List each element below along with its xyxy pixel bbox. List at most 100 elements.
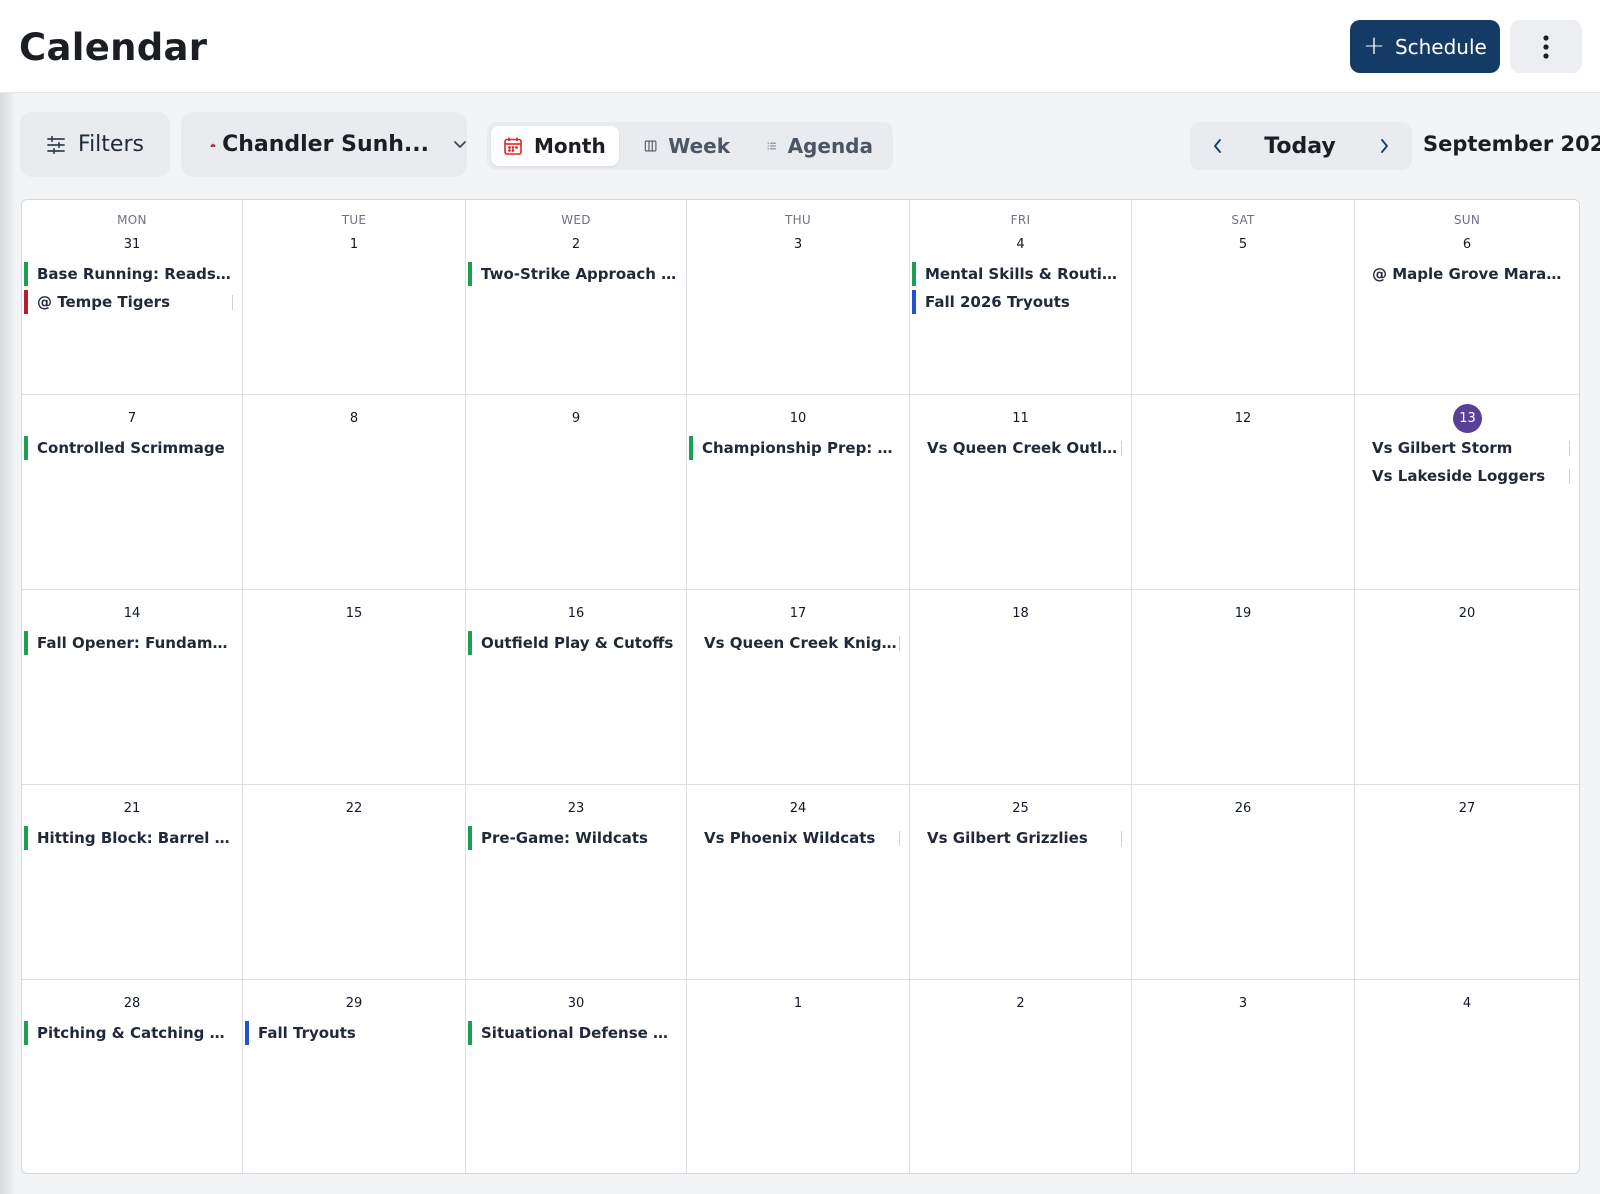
calendar-event[interactable]: Championship Prep: Ev... xyxy=(689,436,900,460)
event-title: Fall Tryouts xyxy=(258,1024,356,1042)
calendar-event[interactable]: Vs Queen Creek Knights xyxy=(689,631,900,655)
day-cell[interactable]: 3 xyxy=(1132,980,1355,1173)
day-cell[interactable]: 14 Fall Opener: Fundamen... xyxy=(22,590,243,785)
day-cell[interactable]: 16 Outfield Play & Cutoffs xyxy=(466,590,687,785)
day-cell[interactable]: 1 xyxy=(687,980,910,1173)
day-cell[interactable]: 24 Vs Phoenix Wildcats xyxy=(687,785,910,980)
calendar-event[interactable]: Vs Phoenix Wildcats xyxy=(689,826,900,850)
day-cell[interactable]: THU 3 xyxy=(687,200,910,395)
event-title: Outfield Play & Cutoffs xyxy=(481,634,674,652)
day-number: 2 xyxy=(1016,996,1025,1011)
calendar-event[interactable]: Base Running: Reads & ... xyxy=(24,262,233,286)
calendar-event[interactable]: Outfield Play & Cutoffs xyxy=(468,631,677,655)
calendar-event[interactable]: Fall 2026 Tryouts xyxy=(912,290,1122,314)
calendar-event[interactable]: Fall Tryouts xyxy=(245,1021,456,1045)
day-cell[interactable]: 8 xyxy=(243,395,466,590)
calendar-event[interactable]: Controlled Scrimmage xyxy=(24,436,233,460)
weekday-header: SAT xyxy=(1231,213,1255,227)
day-cell[interactable]: TUE 1 xyxy=(243,200,466,395)
event-list: Controlled Scrimmage xyxy=(24,436,233,464)
chevron-down-icon xyxy=(453,140,467,149)
calendar-event[interactable]: Pitching & Catching De... xyxy=(24,1021,233,1045)
event-title: Vs Gilbert Grizzlies xyxy=(927,829,1088,847)
more-options-button[interactable] xyxy=(1510,20,1582,73)
event-divider xyxy=(1569,469,1570,484)
calendar-event[interactable]: Two-Strike Approach & ... xyxy=(468,262,677,286)
event-title: Vs Lakeside Loggers xyxy=(1372,467,1546,485)
day-number: 8 xyxy=(349,411,359,426)
day-cell[interactable]: 13 Vs Gilbert Storm Vs Lakeside Loggers xyxy=(1355,395,1579,590)
day-cell[interactable]: 7 Controlled Scrimmage xyxy=(22,395,243,590)
list-icon xyxy=(767,142,777,150)
day-number: 2 xyxy=(571,237,581,252)
date-navigation: Today xyxy=(1190,122,1412,170)
current-month-label: September 2026 xyxy=(1423,132,1600,156)
day-cell[interactable]: 20 xyxy=(1355,590,1579,785)
calendar-event[interactable]: Vs Queen Creek Outlaws xyxy=(912,436,1122,460)
day-cell[interactable]: FRI 4 Mental Skills & Routines Fall 2026 Tr… xyxy=(910,200,1132,395)
calendar-event[interactable]: Hitting Block: Barrel C... xyxy=(24,826,233,850)
day-cell[interactable]: 26 xyxy=(1132,785,1355,980)
calendar-event[interactable]: Vs Gilbert Storm xyxy=(1357,436,1570,460)
event-title: @ Tempe Tigers xyxy=(37,293,171,311)
day-cell[interactable]: 18 xyxy=(910,590,1132,785)
today-button[interactable]: Today xyxy=(1250,122,1350,170)
calendar-event[interactable]: Fall Opener: Fundamen... xyxy=(24,631,233,655)
day-cell[interactable]: 21 Hitting Block: Barrel C... xyxy=(22,785,243,980)
day-cell[interactable]: 25 Vs Gilbert Grizzlies xyxy=(910,785,1132,980)
event-title: Fall 2026 Tryouts xyxy=(925,293,1070,311)
previous-month-button[interactable] xyxy=(1194,122,1242,170)
calendar-event[interactable]: Mental Skills & Routines xyxy=(912,262,1122,286)
calendar-event[interactable]: Situational Defense & ... xyxy=(468,1021,677,1045)
view-week-button[interactable]: Week xyxy=(632,126,742,166)
day-cell[interactable]: MON 31 Base Running: Reads & ... @ Tempe Ti… xyxy=(22,200,243,395)
weekday-header: THU xyxy=(784,213,812,227)
day-cell[interactable]: SAT 5 xyxy=(1132,200,1355,395)
calendar-event[interactable]: @ Tempe Tigers xyxy=(24,290,233,314)
event-title: Vs Queen Creek Outlaws xyxy=(927,439,1122,457)
event-divider xyxy=(899,636,900,651)
day-number: 4 xyxy=(1016,237,1025,252)
view-agenda-label: Agenda xyxy=(787,134,873,158)
chevron-right-icon xyxy=(1381,139,1388,153)
day-cell[interactable]: 15 xyxy=(243,590,466,785)
day-number: 15 xyxy=(345,606,363,621)
calendar-event[interactable]: @ Maple Grove Maraud... xyxy=(1357,262,1570,286)
weekday-header: TUE xyxy=(341,213,367,227)
schedule-button[interactable]: + Schedule xyxy=(1350,20,1500,73)
day-number: 24 xyxy=(789,801,807,816)
day-cell[interactable]: 23 Pre-Game: Wildcats xyxy=(466,785,687,980)
day-cell[interactable]: 30 Situational Defense & ... xyxy=(466,980,687,1173)
day-number: 11 xyxy=(1012,411,1029,426)
calendar-event[interactable]: Pre-Game: Wildcats xyxy=(468,826,677,850)
day-cell[interactable]: WED 2 Two-Strike Approach & ... xyxy=(466,200,687,395)
day-cell[interactable]: 17 Vs Queen Creek Knights xyxy=(687,590,910,785)
day-cell[interactable]: 29 Fall Tryouts xyxy=(243,980,466,1173)
view-agenda-button[interactable]: Agenda xyxy=(755,126,885,166)
event-title: Hitting Block: Barrel C... xyxy=(37,829,233,847)
day-cell[interactable]: 11 Vs Queen Creek Outlaws xyxy=(910,395,1132,590)
day-cell[interactable]: 4 xyxy=(1355,980,1579,1173)
event-list: Base Running: Reads & ... @ Tempe Tigers xyxy=(24,262,233,318)
day-cell[interactable]: 10 Championship Prep: Ev... xyxy=(687,395,910,590)
day-cell[interactable]: 19 xyxy=(1132,590,1355,785)
event-list: Vs Gilbert Storm Vs Lakeside Loggers xyxy=(1357,436,1570,492)
calendar-event[interactable]: Vs Gilbert Grizzlies xyxy=(912,826,1122,850)
event-title: @ Maple Grove Maraud... xyxy=(1372,265,1570,283)
day-number: 16 xyxy=(567,606,585,621)
event-list: Pre-Game: Wildcats xyxy=(468,826,677,854)
day-cell[interactable]: 9 xyxy=(466,395,687,590)
calendar-event[interactable]: Vs Lakeside Loggers xyxy=(1357,464,1570,488)
event-divider xyxy=(1121,831,1122,846)
team-selector[interactable]: Chandler Sunh... xyxy=(181,112,467,177)
day-cell[interactable]: SUN 6 @ Maple Grove Maraud... xyxy=(1355,200,1579,395)
day-cell[interactable]: 22 xyxy=(243,785,466,980)
next-month-button[interactable] xyxy=(1360,122,1408,170)
filters-button[interactable]: Filters xyxy=(20,112,170,177)
day-cell[interactable]: 27 xyxy=(1355,785,1579,980)
day-number: 14 xyxy=(123,606,141,621)
day-cell[interactable]: 2 xyxy=(910,980,1132,1173)
view-month-button[interactable]: Month xyxy=(491,126,619,166)
day-cell[interactable]: 12 xyxy=(1132,395,1355,590)
day-cell[interactable]: 28 Pitching & Catching De... xyxy=(22,980,243,1173)
